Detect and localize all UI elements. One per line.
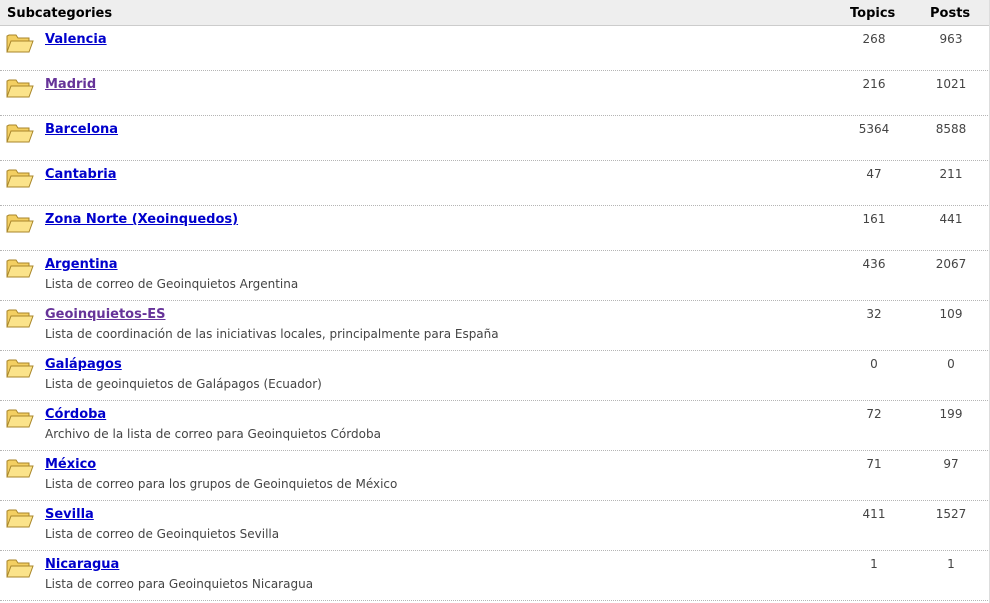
subcategory-link[interactable]: Galápagos <box>45 357 122 372</box>
folder-icon <box>6 507 34 529</box>
subcategory-description: Lista de correo de Geoinquietos Argentin… <box>45 277 299 291</box>
topics-count: 411 <box>862 507 886 521</box>
table-row: Zona Norte (Xeoinquedos) 161 441 <box>0 206 990 251</box>
folder-icon <box>6 457 34 479</box>
table-row: Sevilla Lista de correo de Geoinquietos S… <box>0 501 990 551</box>
topics-count: 161 <box>862 212 886 226</box>
subcategory-link[interactable]: Geoinquietos-ES <box>45 307 166 322</box>
subcategory-link[interactable]: Zona Norte (Xeoinquedos) <box>45 212 238 227</box>
table-row: Cantabria 47 211 <box>0 161 990 206</box>
folder-icon <box>6 167 34 189</box>
subcategory-description: Lista de correo para los grupos de Geoin… <box>45 477 398 491</box>
topics-count: 268 <box>862 32 886 46</box>
subcategory-description: Archivo de la lista de correo para Geoin… <box>45 427 381 441</box>
posts-count: 211 <box>939 167 963 181</box>
subcategory-link[interactable]: Madrid <box>45 77 96 92</box>
subcategories-header: Subcategories <box>7 6 113 21</box>
subcategory-link[interactable]: Argentina <box>45 257 118 272</box>
subcategory-link[interactable]: Barcelona <box>45 122 118 137</box>
subcategory-description: Lista de geoinquietos de Galápagos (Ecua… <box>45 377 322 391</box>
table-row: Geoinquietos-ES Lista de coordinación de … <box>0 301 990 351</box>
subcategory-description: Lista de correo para Geoinquietos Nicara… <box>45 577 314 591</box>
folder-icon <box>6 357 34 379</box>
table-row: Córdoba Archivo de la lista de correo par… <box>0 401 990 451</box>
posts-count: 199 <box>939 407 963 421</box>
table-row: Barcelona 5364 8588 <box>0 116 990 161</box>
topics-count: 1 <box>870 557 878 571</box>
posts-count: 0 <box>947 357 955 371</box>
table-row: Argentina Lista de correo de Geoinquietos… <box>0 251 990 301</box>
posts-count: 1527 <box>935 507 967 521</box>
table-row: Galápagos Lista de geoinquietos de Galápa… <box>0 351 990 401</box>
posts-header: Posts <box>930 6 971 21</box>
folder-icon <box>6 77 34 99</box>
subcategories-table: Subcategories Topics Posts Valencia 268 96… <box>0 0 990 603</box>
table-row: Nicaragua Lista de correo para Geoinquiet… <box>0 551 990 601</box>
topics-count: 436 <box>862 257 886 271</box>
topics-count: 32 <box>866 307 882 321</box>
folder-icon <box>6 32 34 54</box>
subcategory-description: Lista de correo de Geoinquietos Sevilla <box>45 527 280 541</box>
subcategory-link[interactable]: Valencia <box>45 32 107 47</box>
posts-count: 963 <box>939 32 963 46</box>
folder-icon <box>6 557 34 579</box>
topics-count: 216 <box>862 77 886 91</box>
topics-count: 47 <box>866 167 882 181</box>
posts-count: 441 <box>939 212 963 226</box>
subcategory-link[interactable]: Cantabria <box>45 167 117 182</box>
subcategory-link[interactable]: Córdoba <box>45 407 106 422</box>
subcategory-link[interactable]: México <box>45 457 96 472</box>
topics-header: Topics <box>850 6 896 21</box>
subcategory-description: Lista de coordinación de las iniciativas… <box>45 327 499 341</box>
topics-count: 5364 <box>858 122 890 136</box>
posts-count: 109 <box>939 307 963 321</box>
folder-icon <box>6 212 34 234</box>
topics-count: 72 <box>866 407 882 421</box>
subcategory-link[interactable]: Nicaragua <box>45 557 119 572</box>
posts-count: 97 <box>943 457 959 471</box>
folder-icon <box>6 307 34 329</box>
table-row: México Lista de correo para los grupos de… <box>0 451 990 501</box>
folder-icon <box>6 257 34 279</box>
topics-count: 71 <box>866 457 882 471</box>
posts-count: 8588 <box>935 122 967 136</box>
posts-count: 2067 <box>935 257 967 271</box>
posts-count: 1021 <box>935 77 967 91</box>
folder-icon <box>6 407 34 429</box>
table-row: Madrid 216 1021 <box>0 71 990 116</box>
posts-count: 1 <box>947 557 955 571</box>
subcategory-link[interactable]: Sevilla <box>45 507 94 522</box>
folder-icon <box>6 122 34 144</box>
table-header: Subcategories Topics Posts <box>0 0 990 26</box>
table-row: Valencia 268 963 <box>0 26 990 71</box>
topics-count: 0 <box>870 357 878 371</box>
